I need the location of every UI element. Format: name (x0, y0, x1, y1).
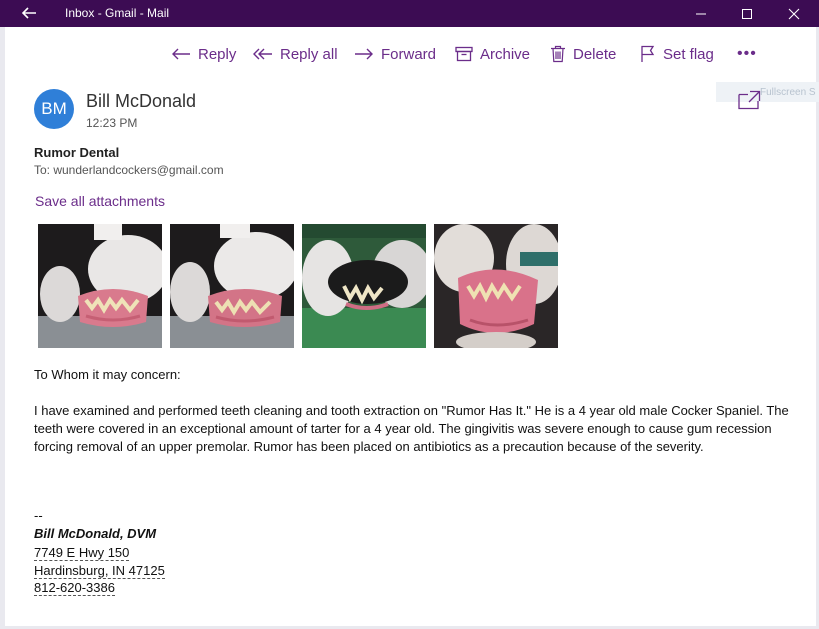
flag-icon (641, 45, 655, 62)
back-arrow-icon[interactable] (18, 4, 40, 22)
open-in-new-window-icon[interactable] (737, 90, 761, 110)
archive-label: Archive (480, 45, 531, 63)
reply-all-icon (253, 48, 272, 60)
reply-button[interactable]: Reply (171, 44, 236, 64)
address-line-2-text[interactable]: Hardinsburg, IN 47125 (34, 563, 165, 579)
signature-address-line-2[interactable]: Hardinsburg, IN 47125 (34, 562, 165, 580)
set-flag-label: Set flag (663, 45, 714, 63)
forward-icon (355, 48, 373, 60)
background-fullscreen-label: Fullscreen S (716, 82, 819, 102)
signature-phone[interactable]: 812-620-3386 (34, 579, 115, 597)
reply-all-button[interactable]: Reply all (253, 44, 338, 64)
minimize-button[interactable] (678, 0, 724, 27)
window-border-left (0, 27, 5, 629)
greeting-text: To Whom it may concern: (34, 367, 181, 382)
more-dots-icon: ••• (737, 45, 757, 62)
close-button[interactable] (771, 0, 817, 27)
maximize-button[interactable] (724, 0, 770, 27)
address-line-1-text[interactable]: 7749 E Hwy 150 (34, 545, 130, 561)
archive-icon (455, 46, 473, 62)
reply-label: Reply (198, 45, 237, 63)
trash-icon (551, 45, 565, 63)
delete-button[interactable]: Delete (550, 44, 616, 64)
message-time: 12:23 PM (86, 116, 138, 130)
reply-all-label: Reply all (280, 45, 338, 63)
recipient-line[interactable]: To: wunderlandcockers@gmail.com (34, 163, 224, 177)
signature-address-line-1[interactable]: 7749 E Hwy 150 (34, 544, 130, 562)
window-title: Inbox - Gmail - Mail (65, 6, 170, 20)
forward-label: Forward (381, 45, 437, 63)
message-subject: Rumor Dental (34, 145, 120, 160)
avatar[interactable]: BM (34, 89, 74, 129)
attachment-thumbnail-2[interactable] (170, 224, 294, 348)
archive-button[interactable]: Archive (455, 44, 530, 64)
attachment-thumbnail-4[interactable] (434, 224, 558, 348)
message-body-paragraph: I have examined and performed teeth clea… (34, 403, 789, 454)
forward-button[interactable]: Forward (354, 44, 436, 64)
sender-name[interactable]: Bill McDonald (86, 91, 196, 112)
title-bar: Inbox - Gmail - Mail (0, 0, 819, 27)
attachment-thumbnail-3[interactable] (302, 224, 426, 348)
signature-separator: -- (34, 508, 43, 523)
signature-name: Bill McDonald, DVM (34, 526, 157, 541)
reply-icon (172, 48, 190, 60)
delete-label: Delete (573, 45, 617, 63)
save-all-attachments-link[interactable]: Save all attachments (35, 193, 165, 209)
phone-number-text[interactable]: 812-620-3386 (34, 580, 115, 596)
attachment-thumbnail-1[interactable] (38, 224, 162, 348)
set-flag-button[interactable]: Set flag (640, 44, 714, 64)
more-options-button[interactable]: ••• (737, 44, 757, 64)
